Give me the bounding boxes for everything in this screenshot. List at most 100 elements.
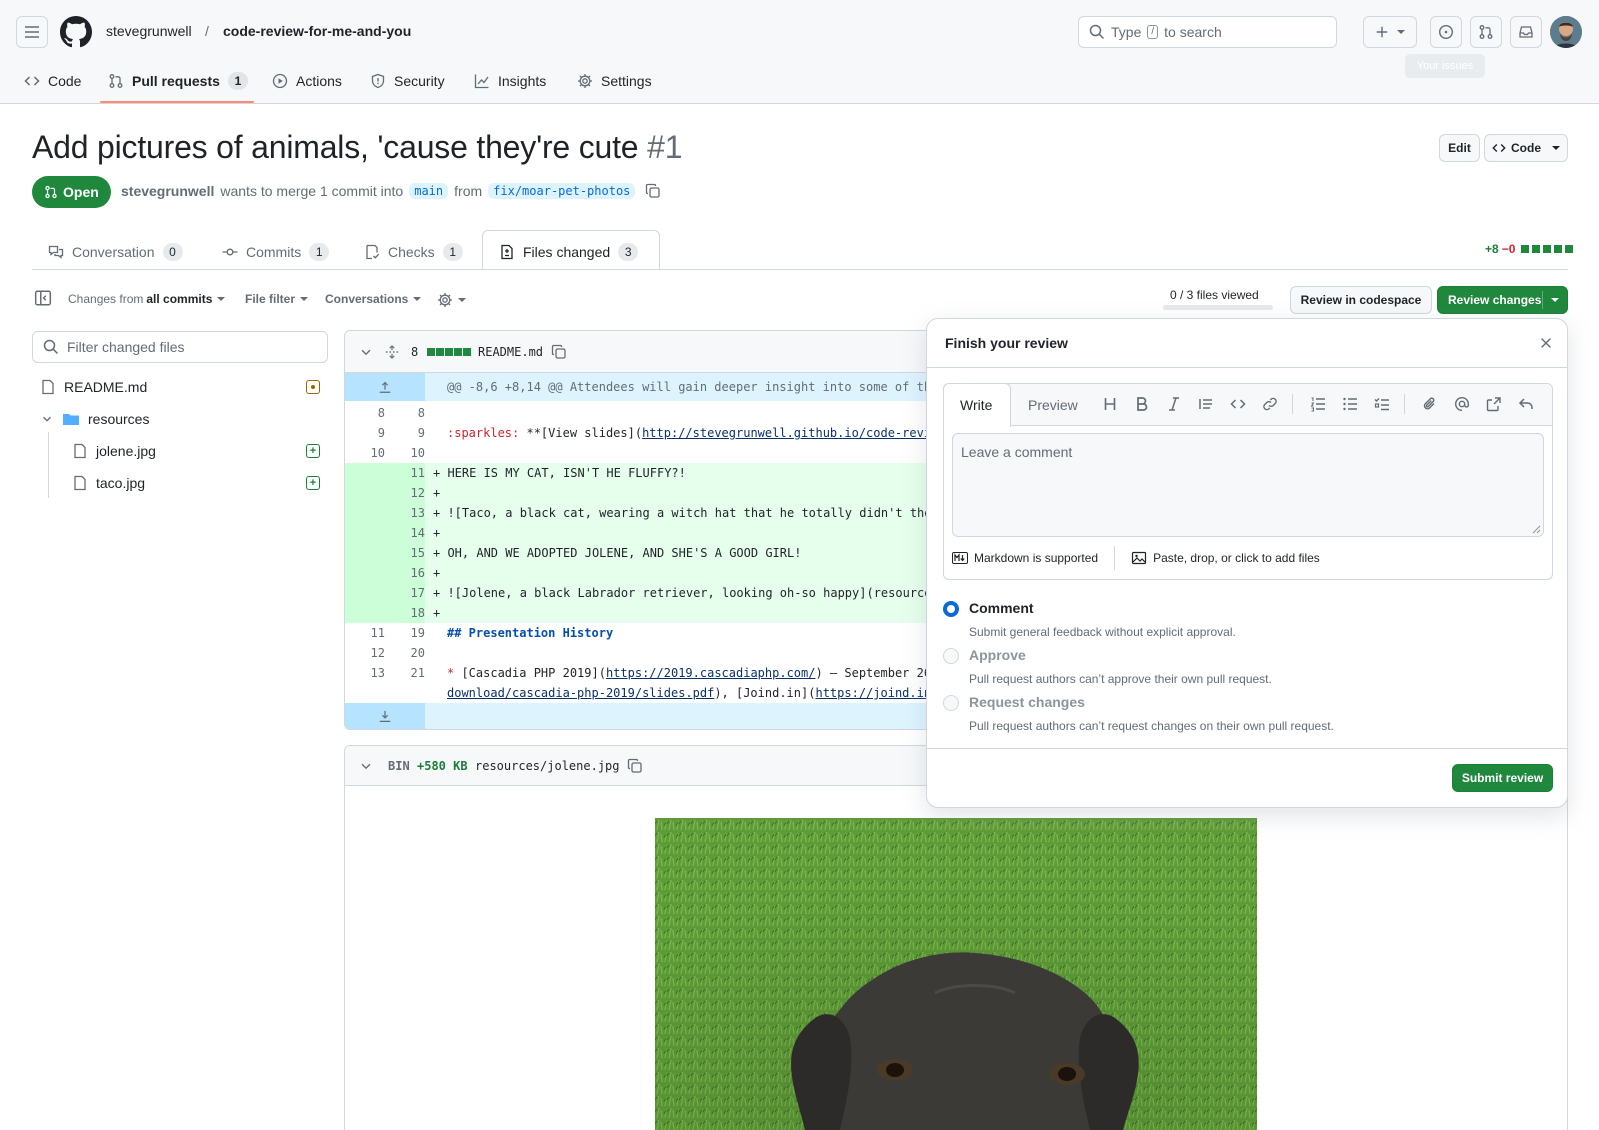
radio-comment[interactable]	[943, 601, 959, 617]
copy-icon[interactable]	[645, 183, 661, 199]
review-in-codespace-button[interactable]: Review in codespace	[1290, 286, 1432, 314]
avatar[interactable]	[1550, 16, 1582, 48]
pr-title-text: Add pictures of animals, 'cause they're …	[32, 129, 639, 165]
pr-state-badge: Open	[32, 176, 111, 208]
pr-author[interactable]: stevegrunwell	[121, 183, 214, 199]
tree-item-readme[interactable]: README.md	[40, 376, 147, 398]
diff-filename[interactable]: README.md	[478, 345, 543, 359]
diffstat-block	[1532, 245, 1541, 253]
tree-item-resources[interactable]: resources	[40, 408, 149, 430]
reply-icon[interactable]	[1518, 396, 1534, 412]
heading-icon[interactable]	[1102, 396, 1118, 412]
changes-from-dropdown[interactable]: Changes from all commits	[68, 292, 226, 306]
tab-commits[interactable]: Commits 1	[222, 241, 330, 263]
attach-files-note[interactable]: Paste, drop, or click to add files	[1153, 551, 1320, 565]
chevron-down-icon[interactable]	[359, 759, 373, 773]
cross-reference-icon[interactable]	[1486, 396, 1502, 412]
finish-review-popover: Finish your review Write Preview Leave a…	[926, 318, 1568, 808]
expand-down-icon[interactable]	[378, 710, 392, 724]
markdown-note[interactable]: Markdown is supported	[974, 551, 1098, 565]
tab-write-label[interactable]: Write	[960, 397, 992, 413]
global-search-input[interactable]: Type / to search	[1078, 16, 1337, 48]
issues-icon[interactable]	[1430, 16, 1462, 48]
edit-title-button[interactable]: Edit	[1439, 134, 1480, 162]
head-branch[interactable]: fix/moar-pet-photos	[488, 183, 636, 199]
italic-icon[interactable]	[1166, 396, 1182, 412]
nav-pull-requests[interactable]: Pull requests 1	[108, 70, 248, 92]
bold-icon[interactable]	[1134, 396, 1150, 412]
comment-editor: Write Preview Leave a comment Markdown i…	[943, 383, 1553, 580]
conversations-dropdown[interactable]: Conversations	[325, 292, 422, 306]
nav-security[interactable]: Security	[370, 70, 445, 92]
nav-insights-label: Insights	[498, 73, 547, 89]
diff-link[interactable]: download/cascadia-php-2019/slides.pdf	[447, 686, 714, 700]
unordered-list-icon[interactable]	[1342, 396, 1358, 412]
link-icon[interactable]	[1262, 396, 1278, 412]
gear-icon	[578, 74, 592, 88]
code-icon	[24, 76, 40, 86]
tab-files-changed[interactable]: Files changed 3	[499, 241, 639, 263]
comment-placeholder: Leave a comment	[961, 444, 1073, 460]
mention-icon[interactable]	[1454, 396, 1470, 412]
nav-actions[interactable]: Actions	[272, 70, 342, 92]
code-dropdown-button[interactable]: Code	[1484, 134, 1568, 162]
copy-icon[interactable]	[627, 758, 643, 774]
diff-link[interactable]: https://joind.in	[815, 686, 931, 700]
active-nav-indicator	[100, 101, 254, 103]
toggle-file-tree-icon[interactable]	[34, 289, 52, 307]
binary-label: BIN	[388, 759, 410, 773]
task-list-icon[interactable]	[1374, 396, 1390, 412]
create-new-button[interactable]	[1363, 16, 1417, 48]
filter-files-input[interactable]: Filter changed files	[32, 331, 328, 363]
close-icon[interactable]	[1539, 336, 1553, 350]
radio-comment-desc: Submit general feedback without explicit…	[969, 625, 1236, 639]
diff-link[interactable]: http://stevegrunwell.github.io/code-revi	[642, 426, 931, 440]
tree-item-jolene[interactable]: jolene.jpg	[72, 440, 156, 462]
chevron-down-icon[interactable]	[359, 345, 373, 359]
unfold-icon[interactable]	[385, 345, 399, 359]
gear-icon	[438, 293, 452, 307]
file-filter-dropdown[interactable]: File filter	[245, 292, 309, 306]
breadcrumb-repo[interactable]: code-review-for-me-and-you	[223, 23, 411, 39]
tab-checks[interactable]: Checks 1	[364, 241, 463, 263]
radio-approve[interactable]	[943, 648, 959, 664]
comment-textarea[interactable]: Leave a comment	[952, 433, 1544, 537]
pull-requests-icon[interactable]	[1470, 16, 1502, 48]
search-icon	[1089, 24, 1105, 40]
breadcrumb-owner[interactable]: stevegrunwell	[106, 23, 192, 39]
tab-preview[interactable]: Preview	[1028, 397, 1078, 413]
folder-icon	[63, 414, 79, 425]
inbox-icon[interactable]	[1510, 16, 1542, 48]
resize-handle-icon[interactable]	[1531, 524, 1541, 534]
diff-filename[interactable]: resources/jolene.jpg	[475, 759, 620, 773]
base-branch[interactable]: main	[409, 183, 449, 199]
search-suffix: to search	[1164, 24, 1222, 40]
chevron-down-icon	[43, 416, 51, 422]
nav-code[interactable]: Code	[24, 70, 81, 92]
menu-icon[interactable]	[16, 16, 48, 48]
diffstat-block	[1521, 245, 1530, 253]
quote-icon[interactable]	[1198, 396, 1214, 412]
expand-up-icon[interactable]	[378, 380, 392, 394]
nav-settings[interactable]: Settings	[577, 70, 652, 92]
paperclip-icon[interactable]	[1422, 396, 1438, 412]
nav-insights[interactable]: Insights	[474, 70, 546, 92]
radio-approve-label[interactable]: Approve	[969, 647, 1026, 663]
code-icon[interactable]	[1230, 396, 1246, 412]
copy-icon[interactable]	[551, 344, 567, 360]
radio-comment-label[interactable]: Comment	[969, 600, 1034, 616]
tree-item-taco[interactable]: taco.jpg	[72, 472, 145, 494]
radio-request-changes[interactable]	[943, 695, 959, 711]
submit-review-button[interactable]: Submit review	[1452, 764, 1553, 792]
code-dropdown-label: Code	[1511, 141, 1541, 155]
radio-request-changes-desc: Pull request authors can’t request chang…	[969, 719, 1334, 733]
review-changes-button[interactable]: Review changes	[1437, 286, 1568, 314]
pr-meta: stevegrunwell wants to merge 1 commit in…	[121, 183, 661, 199]
diff-settings-dropdown[interactable]	[437, 292, 466, 308]
ordered-list-icon[interactable]	[1310, 396, 1326, 412]
tab-conversation[interactable]: Conversation 0	[48, 241, 183, 263]
github-logo-icon[interactable]	[60, 16, 92, 48]
radio-request-changes-label[interactable]: Request changes	[969, 694, 1085, 710]
diff-link[interactable]: https://2019.cascadiaphp.com/	[606, 666, 816, 680]
tab-files-changed-label: Files changed	[523, 244, 611, 260]
